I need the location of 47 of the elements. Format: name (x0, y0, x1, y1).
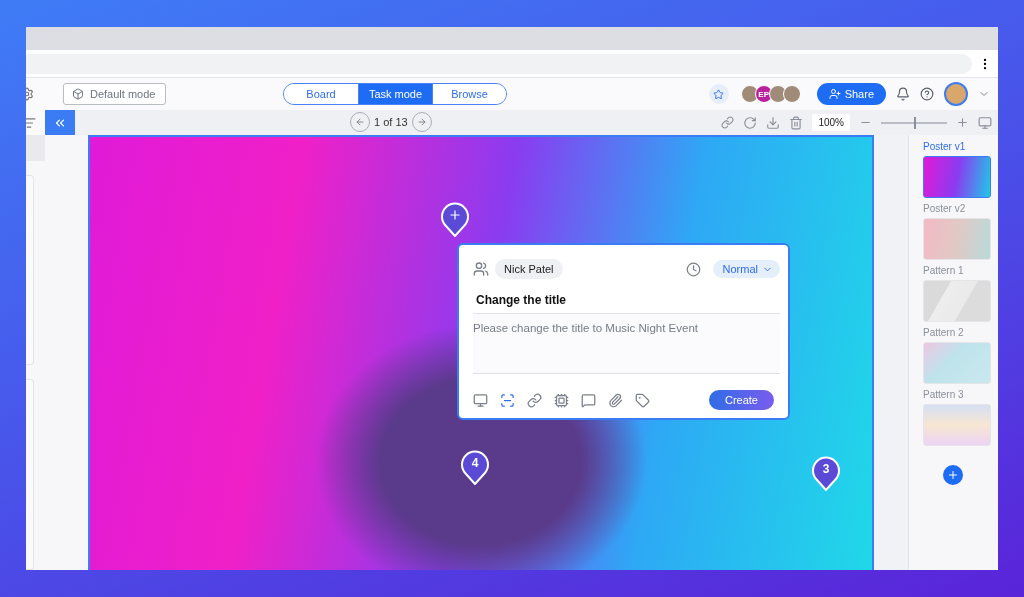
mode-tab[interactable]: Task mode (358, 84, 432, 104)
present-icon[interactable] (978, 115, 992, 130)
link-icon[interactable] (527, 392, 542, 408)
download-icon[interactable] (766, 115, 781, 130)
attachment-icon[interactable] (608, 392, 623, 408)
refresh-icon[interactable] (743, 115, 758, 130)
title-input[interactable]: Change the title (473, 287, 780, 314)
bell-icon[interactable] (896, 87, 910, 101)
plus-icon (946, 469, 959, 481)
trash-icon[interactable] (789, 115, 804, 130)
assignee-chip[interactable]: Nick Patel (495, 259, 563, 279)
mode-tab[interactable]: Board (284, 84, 358, 104)
favorite-button[interactable] (708, 84, 729, 104)
clock-icon (685, 261, 701, 277)
share-button[interactable]: Share (816, 83, 886, 105)
cube-icon (72, 88, 84, 100)
comment-icon[interactable] (581, 392, 596, 408)
help-icon[interactable] (920, 87, 934, 101)
arrow-right-icon (416, 117, 427, 127)
star-icon (713, 88, 725, 100)
collapse-button[interactable] (45, 110, 75, 135)
zoom-field[interactable]: 100% (812, 114, 850, 131)
comment-pin[interactable]: 4 (460, 449, 490, 485)
add-user-icon (828, 88, 841, 100)
arrow-left-icon (355, 117, 365, 127)
page-indicator: 1 of 13 (374, 116, 408, 128)
chip-icon[interactable] (554, 392, 569, 408)
mode-tab[interactable]: Browse (432, 84, 506, 104)
filter-icon[interactable] (26, 115, 36, 130)
tag-icon[interactable] (635, 392, 650, 408)
avatar-photo (768, 85, 787, 103)
default-mode-button[interactable]: Default mode (63, 83, 167, 105)
avatar-photo (740, 85, 759, 103)
link-icon[interactable] (721, 116, 735, 129)
users-icon (473, 261, 489, 277)
scan-icon[interactable] (500, 392, 515, 408)
add-button[interactable] (942, 465, 963, 485)
description-field[interactable]: Please change the title to Music Night Event (473, 314, 780, 374)
plus-icon (448, 208, 462, 222)
add-comment-pin[interactable] (440, 201, 470, 237)
monitor-icon[interactable] (473, 392, 488, 408)
comment-pin[interactable]: 3 (811, 455, 841, 491)
user-avatar[interactable] (944, 82, 968, 106)
avatar-photo (782, 85, 801, 103)
zoom-in-icon[interactable] (956, 116, 969, 129)
priority-dropdown[interactable]: Normal (712, 260, 780, 278)
create-button[interactable]: Create (708, 390, 774, 410)
